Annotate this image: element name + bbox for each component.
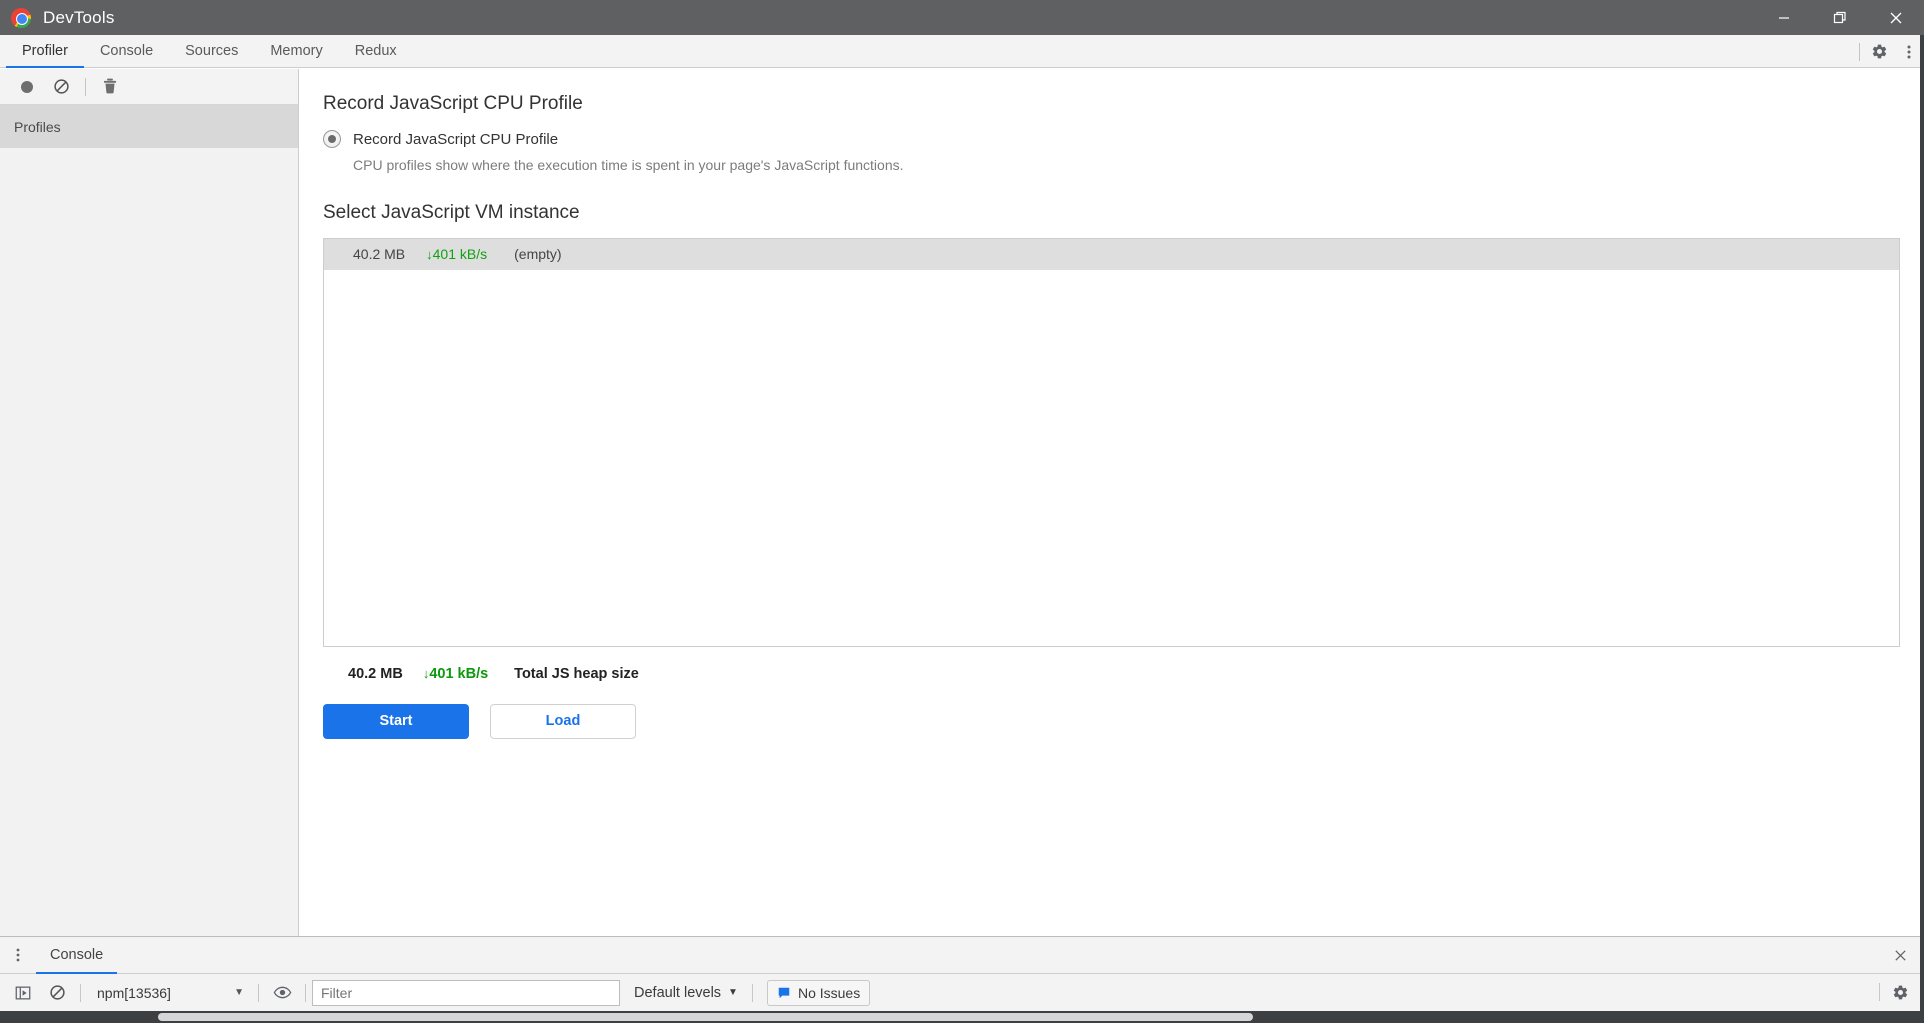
chevron-down-icon: ▼ — [728, 987, 738, 998]
chrome-logo-icon — [11, 7, 31, 28]
log-levels-select[interactable]: Default levels ▼ — [634, 985, 738, 1001]
divider — [80, 983, 81, 1002]
tab-label: Redux — [354, 43, 397, 59]
divider — [258, 983, 259, 1002]
horizontal-scrollbar[interactable] — [0, 1011, 1924, 1023]
trash-icon[interactable] — [93, 70, 127, 104]
action-buttons: Start Load — [323, 703, 1924, 739]
tab-profiler[interactable]: Profiler — [6, 35, 84, 68]
divider — [1879, 983, 1880, 1001]
record-description: CPU profiles show where the execution ti… — [353, 157, 904, 173]
issues-label: No Issues — [797, 984, 861, 1001]
profiles-section-header: Profiles — [0, 105, 298, 148]
execution-context-select[interactable]: npm[13536] ▼ — [87, 980, 252, 1005]
no-entry-icon[interactable] — [40, 976, 74, 1010]
scrollbar-thumb[interactable] — [158, 1013, 1253, 1021]
drawer-tab-strip: Console — [0, 937, 1924, 974]
kebab-menu-icon[interactable] — [0, 937, 36, 973]
close-button[interactable] — [1868, 0, 1924, 35]
divider — [751, 983, 753, 1002]
heap-summary-row: 40.2 MB ↓401 kB/s Total JS heap size — [323, 666, 1924, 682]
gear-icon[interactable] — [1864, 35, 1894, 68]
tab-label: Profiler — [22, 43, 68, 59]
profiler-main-panel: Record JavaScript CPU Profile Record Jav… — [299, 69, 1924, 936]
tab-label: Sources — [185, 43, 239, 59]
load-button[interactable]: Load — [490, 703, 636, 739]
tab-redux[interactable]: Redux — [339, 35, 413, 67]
vm-instance-name: (empty) — [514, 246, 562, 263]
filter-input[interactable] — [312, 979, 620, 1006]
main-tab-strip: Profiler Console Sources Memory Redux — [0, 35, 1924, 68]
console-drawer: Console npm[13536] ▼ Filter Default leve… — [0, 936, 1924, 1011]
heap-summary-label: Total JS heap size — [514, 665, 639, 682]
record-radio[interactable] — [323, 130, 341, 148]
vm-alloc-rate-value: 401 kB/s — [432, 246, 488, 263]
profiler-toolbar — [0, 69, 298, 105]
record-radio-row[interactable]: Record JavaScript CPU Profile — [323, 130, 1924, 148]
divider — [85, 77, 86, 96]
divider — [305, 983, 306, 1002]
eye-icon[interactable] — [265, 976, 299, 1010]
message-icon — [777, 986, 791, 1000]
restore-button[interactable] — [1812, 0, 1868, 35]
chevron-down-icon: ▼ — [234, 987, 244, 998]
tab-strip-actions — [1855, 35, 1924, 68]
close-icon[interactable] — [1884, 937, 1916, 974]
window-controls — [1756, 0, 1924, 35]
vm-instance-list[interactable]: 40.2 MB ↓401 kB/s (empty) — [323, 237, 1900, 647]
profiles-sidebar: Profiles — [0, 69, 299, 936]
no-entry-icon[interactable] — [44, 70, 78, 104]
vm-instance-row[interactable]: 40.2 MB ↓401 kB/s (empty) — [324, 238, 1899, 270]
gear-icon[interactable] — [1884, 974, 1916, 1011]
vm-section-title: Select JavaScript VM instance — [323, 201, 580, 223]
console-toolbar: npm[13536] ▼ Default levels ▼ No Issues — [0, 974, 1924, 1011]
log-levels-label: Default levels — [634, 984, 722, 1001]
profiles-list[interactable] — [0, 148, 298, 936]
tab-label: Console — [99, 43, 154, 59]
title-bar: DevTools — [0, 0, 1924, 35]
drawer-tab-console[interactable]: Console — [36, 937, 118, 974]
vm-heap-size: 40.2 MB — [353, 246, 406, 263]
heap-summary-rate-value: 401 kB/s — [429, 665, 489, 682]
divider — [1859, 42, 1860, 61]
execution-context-value: npm[13536] — [97, 984, 171, 1001]
tab-memory[interactable]: Memory — [254, 35, 338, 67]
vm-alloc-rate: ↓401 kB/s — [426, 246, 487, 262]
record-radio-label: Record JavaScript CPU Profile — [353, 130, 559, 148]
heap-summary-size: 40.2 MB — [348, 665, 403, 682]
drawer-tab-label: Console — [50, 947, 104, 963]
show-console-sidebar-icon[interactable] — [6, 976, 40, 1010]
tab-console[interactable]: Console — [84, 35, 169, 67]
minimize-button[interactable] — [1756, 0, 1812, 35]
heap-summary-rate: ↓401 kB/s — [423, 666, 488, 682]
body: Profiles Record JavaScript CPU Profile R… — [0, 69, 1924, 936]
app-title: DevTools — [43, 7, 115, 27]
tab-label: Memory — [270, 43, 323, 59]
record-section-title: Record JavaScript CPU Profile — [323, 93, 583, 114]
start-button[interactable]: Start — [323, 703, 469, 739]
tab-sources[interactable]: Sources — [169, 35, 254, 67]
issues-button[interactable]: No Issues — [766, 979, 871, 1006]
right-edge-strip — [1920, 35, 1924, 1023]
record-circle-icon[interactable] — [10, 70, 44, 104]
